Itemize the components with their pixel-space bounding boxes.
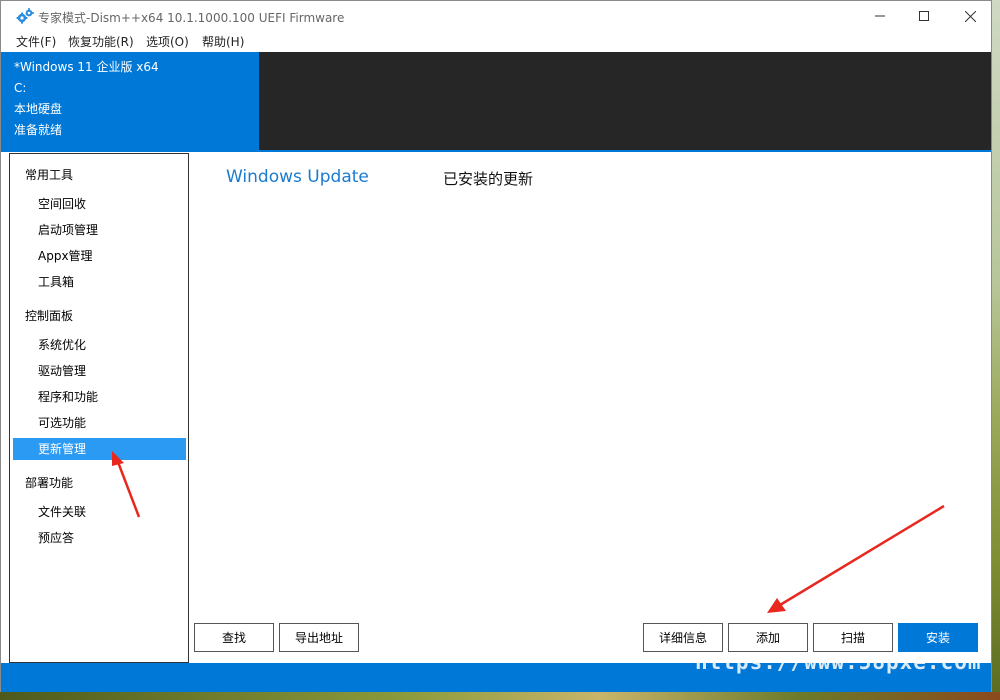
nav-item-space-cleanup[interactable]: 空间回收 (13, 193, 186, 215)
session-area (259, 52, 991, 150)
close-icon (964, 10, 976, 22)
nav-group-control-panel: 控制面板 (25, 309, 74, 323)
scan-button[interactable]: 扫描 (813, 623, 893, 652)
nav-item-file-association[interactable]: 文件关联 (13, 501, 186, 523)
add-button[interactable]: 添加 (728, 623, 808, 652)
system-status: 准备就绪 (14, 123, 63, 137)
nav-item-startup[interactable]: 启动项管理 (13, 219, 186, 241)
nav-item-update-management[interactable]: 更新管理 (13, 438, 186, 460)
window-title: 专家模式-Dism++x64 10.1.1000.100 UEFI Firmwa… (38, 11, 345, 25)
divider (1, 150, 991, 152)
close-button[interactable] (947, 1, 993, 31)
main-content: Windows Update 已安装的更新 查找 导出地址 详细信息 添加 扫描… (190, 153, 991, 663)
app-window: 专家模式-Dism++x64 10.1.1000.100 UEFI Firmwa… (0, 0, 992, 692)
sidebar: 常用工具 空间回收 启动项管理 Appx管理 工具箱 控制面板 系统优化 驱动管… (9, 153, 189, 663)
nav-item-appx[interactable]: Appx管理 (13, 245, 186, 267)
details-button[interactable]: 详细信息 (643, 623, 723, 652)
system-info-panel[interactable]: *Windows 11 企业版 x64 C: 本地硬盘 准备就绪 (1, 52, 259, 150)
menu-restore[interactable]: 恢复功能(R) (68, 33, 134, 50)
menu-bar: 文件(F) 恢复功能(R) 选项(O) 帮助(H) (1, 31, 991, 51)
tab-windows-update[interactable]: Windows Update (226, 167, 369, 187)
maximize-icon (919, 11, 929, 21)
watermark: https://www.58pxe.com (695, 650, 982, 674)
nav-item-toolbox[interactable]: 工具箱 (13, 271, 186, 293)
os-name: *Windows 11 企业版 x64 (14, 60, 159, 74)
nav-item-programs[interactable]: 程序和功能 (13, 386, 186, 408)
gears-app-icon (16, 8, 34, 24)
find-button[interactable]: 查找 (194, 623, 274, 652)
nav-item-answer-file[interactable]: 预应答 (13, 527, 186, 549)
nav-group-deployment: 部署功能 (25, 476, 74, 490)
minimize-button[interactable] (857, 1, 903, 31)
nav-item-optimize[interactable]: 系统优化 (13, 334, 186, 356)
export-address-button[interactable]: 导出地址 (279, 623, 359, 652)
maximize-button[interactable] (901, 1, 947, 31)
menu-help[interactable]: 帮助(H) (202, 33, 244, 50)
minimize-icon (875, 15, 885, 17)
drive-letter: C: (14, 81, 27, 95)
install-button[interactable]: 安装 (898, 623, 978, 652)
desktop-background-bottom (0, 692, 1000, 700)
menu-options[interactable]: 选项(O) (146, 33, 189, 50)
nav-item-optional-features[interactable]: 可选功能 (13, 412, 186, 434)
title-bar: 专家模式-Dism++x64 10.1.1000.100 UEFI Firmwa… (1, 1, 991, 31)
nav-item-drivers[interactable]: 驱动管理 (13, 360, 186, 382)
menu-file[interactable]: 文件(F) (16, 33, 56, 50)
nav-group-common-tools: 常用工具 (25, 168, 74, 182)
tab-installed-updates[interactable]: 已安装的更新 (443, 168, 533, 189)
disk-type: 本地硬盘 (14, 102, 63, 116)
